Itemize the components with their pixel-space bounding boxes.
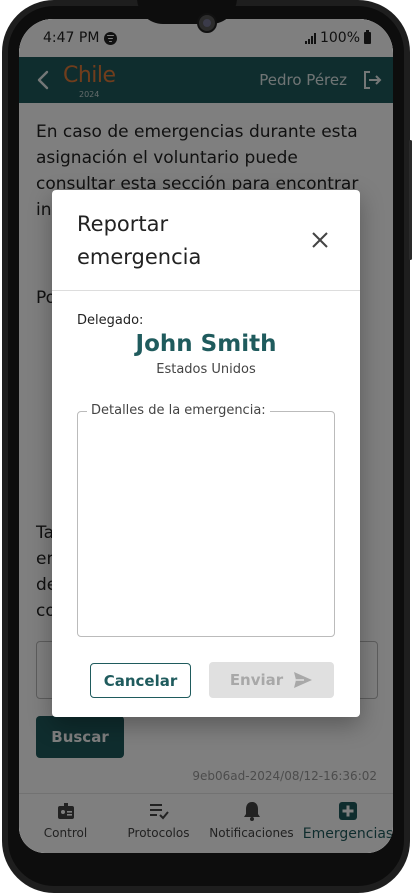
cancel-label: Cancelar [103, 671, 178, 690]
delegate-country: Estados Unidos [156, 362, 256, 377]
camera-notch [137, 0, 237, 24]
emergency-details-label: Detalles de la emergencia: [87, 403, 270, 418]
delegate-label: Delegado: [77, 313, 144, 328]
send-icon [294, 672, 313, 688]
dialog-divider [52, 290, 360, 291]
send-button[interactable]: Enviar [209, 662, 334, 698]
report-emergency-dialog: Reportar emergencia Delegado: John Smith… [52, 190, 360, 717]
emergency-details-textarea[interactable] [77, 411, 335, 637]
phone-frame: 4:47 PM 100% Chile 2024 Pedro Pérez En c… [0, 0, 412, 893]
phone-screen: 4:47 PM 100% Chile 2024 Pedro Pérez En c… [19, 19, 393, 853]
delegate-name: John Smith [135, 331, 277, 357]
front-camera-icon [197, 13, 217, 33]
dialog-title: Reportar emergencia [77, 212, 202, 269]
cancel-button[interactable]: Cancelar [90, 663, 191, 698]
send-label: Enviar [229, 671, 284, 689]
close-icon[interactable] [310, 230, 330, 250]
